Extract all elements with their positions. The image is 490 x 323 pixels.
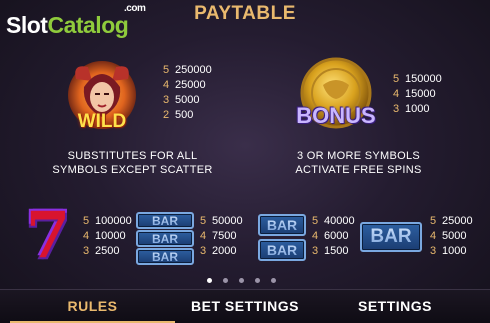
seven-payout-list: 5 100000 4 10000 3 2500 — [83, 214, 132, 259]
bonus-label: BONUS — [296, 103, 376, 128]
payout-row: 4 10000 — [83, 229, 132, 244]
payout-value: 5000 — [175, 94, 200, 106]
payout-row: 3 1000 — [393, 102, 442, 117]
bar-tile: BAR — [258, 239, 306, 261]
payout-row: 4 25000 — [163, 78, 212, 93]
bar-tile: BAR — [360, 222, 422, 252]
bar-text: BAR — [362, 224, 420, 250]
payout-count: 4 — [312, 230, 319, 242]
payout-row: 4 6000 — [312, 229, 355, 244]
payout-count: 4 — [83, 230, 90, 242]
payout-count: 3 — [83, 245, 90, 257]
payout-count: 5 — [312, 215, 319, 227]
bar-text: BAR — [138, 214, 192, 228]
payout-row: 4 7500 — [200, 229, 243, 244]
payout-value: 40000 — [324, 215, 355, 227]
payout-value: 2500 — [95, 245, 120, 257]
payout-count: 5 — [430, 215, 437, 227]
bottom-tab-bar: RULES BET SETTINGS SETTINGS — [0, 289, 490, 323]
page-title: PAYTABLE — [194, 3, 296, 24]
payout-value: 5000 — [442, 230, 467, 242]
payout-count: 5 — [200, 215, 207, 227]
triple-bar-payout-list: 5 50000 4 7500 3 2000 — [200, 214, 243, 259]
payout-row: 3 1000 — [430, 244, 473, 259]
payout-value: 7500 — [212, 230, 237, 242]
payout-value: 25000 — [442, 215, 473, 227]
payout-value: 150000 — [405, 73, 442, 85]
payout-row: 5 250000 — [163, 63, 212, 78]
wild-description: SUBSTITUTES FOR ALL SYMBOLS EXCEPT SCATT… — [40, 149, 225, 177]
payout-value: 6000 — [324, 230, 349, 242]
tab-rules[interactable]: RULES — [10, 290, 175, 322]
payout-value: 1000 — [405, 103, 430, 115]
page-dot[interactable] — [271, 278, 276, 283]
payout-row: 2 500 — [163, 108, 212, 123]
wild-payout-list: 5 250000 4 25000 3 5000 2 500 — [163, 63, 212, 123]
bar-tile: BAR — [136, 230, 194, 247]
bonus-description: 3 OR MORE SYMBOLS ACTIVATE FREE SPINS — [266, 149, 451, 177]
payout-count: 5 — [163, 64, 170, 76]
payout-count: 4 — [163, 79, 170, 91]
payout-count: 4 — [430, 230, 437, 242]
bar-tile: BAR — [258, 214, 306, 236]
payout-row: 5 100000 — [83, 214, 132, 229]
double-bar-payout-list: 5 40000 4 6000 3 1500 — [312, 214, 355, 259]
bonus-payout-list: 5 150000 4 15000 3 1000 — [393, 72, 442, 117]
payout-row: 3 2500 — [83, 244, 132, 259]
tab-settings[interactable]: SETTINGS — [320, 290, 470, 322]
payout-value: 25000 — [175, 79, 206, 91]
payout-row: 3 5000 — [163, 93, 212, 108]
payout-row: 4 5000 — [430, 229, 473, 244]
payout-row: 5 25000 — [430, 214, 473, 229]
payout-value: 10000 — [95, 230, 126, 242]
payout-count: 5 — [83, 215, 90, 227]
payout-count: 3 — [393, 103, 400, 115]
single-bar-payout-list: 5 25000 4 5000 3 1000 — [430, 214, 473, 259]
page-dot[interactable] — [223, 278, 228, 283]
page-dot[interactable] — [255, 278, 260, 283]
bonus-desc-line2: ACTIVATE FREE SPINS — [295, 164, 422, 176]
bar-text: BAR — [260, 241, 304, 259]
seven-symbol-icon: 7 — [19, 204, 77, 268]
wild-desc-line2: SYMBOLS EXCEPT SCATTER — [52, 164, 213, 176]
payout-count: 5 — [393, 73, 400, 85]
payout-row: 3 1500 — [312, 244, 355, 259]
tab-bet-settings[interactable]: BET SETTINGS — [160, 290, 330, 322]
bar-tile: BAR — [136, 212, 194, 229]
payout-row: 3 2000 — [200, 244, 243, 259]
payout-count: 4 — [200, 230, 207, 242]
wild-label: WILD — [77, 111, 127, 132]
payout-value: 1500 — [324, 245, 349, 257]
seven-label: 7 — [25, 198, 71, 273]
payout-count: 4 — [393, 88, 400, 100]
bar-text: BAR — [260, 216, 304, 234]
bar-text: BAR — [138, 232, 192, 246]
payout-row: 5 40000 — [312, 214, 355, 229]
payout-row: 4 15000 — [393, 87, 442, 102]
payout-count: 3 — [312, 245, 319, 257]
wild-symbol-icon: WILD — [62, 57, 142, 137]
payout-value: 250000 — [175, 64, 212, 76]
payout-value: 100000 — [95, 215, 132, 227]
bonus-symbol-icon: BONUS — [293, 57, 379, 139]
payout-count: 3 — [430, 245, 437, 257]
payout-value: 500 — [175, 109, 194, 121]
payout-count: 3 — [163, 94, 170, 106]
payout-row: 5 150000 — [393, 72, 442, 87]
bonus-desc-line1: 3 OR MORE SYMBOLS — [296, 150, 421, 162]
payout-value: 15000 — [405, 88, 436, 100]
bar-text: BAR — [138, 250, 192, 264]
page-dot[interactable] — [239, 278, 244, 283]
bar-tile: BAR — [136, 248, 194, 265]
payout-value: 2000 — [212, 245, 237, 257]
payout-value: 50000 — [212, 215, 243, 227]
page-dot[interactable] — [207, 278, 212, 283]
payout-count: 2 — [163, 109, 170, 121]
payout-value: 1000 — [442, 245, 467, 257]
payout-count: 3 — [200, 245, 207, 257]
wild-desc-line1: SUBSTITUTES FOR ALL — [67, 150, 198, 162]
payout-row: 5 50000 — [200, 214, 243, 229]
